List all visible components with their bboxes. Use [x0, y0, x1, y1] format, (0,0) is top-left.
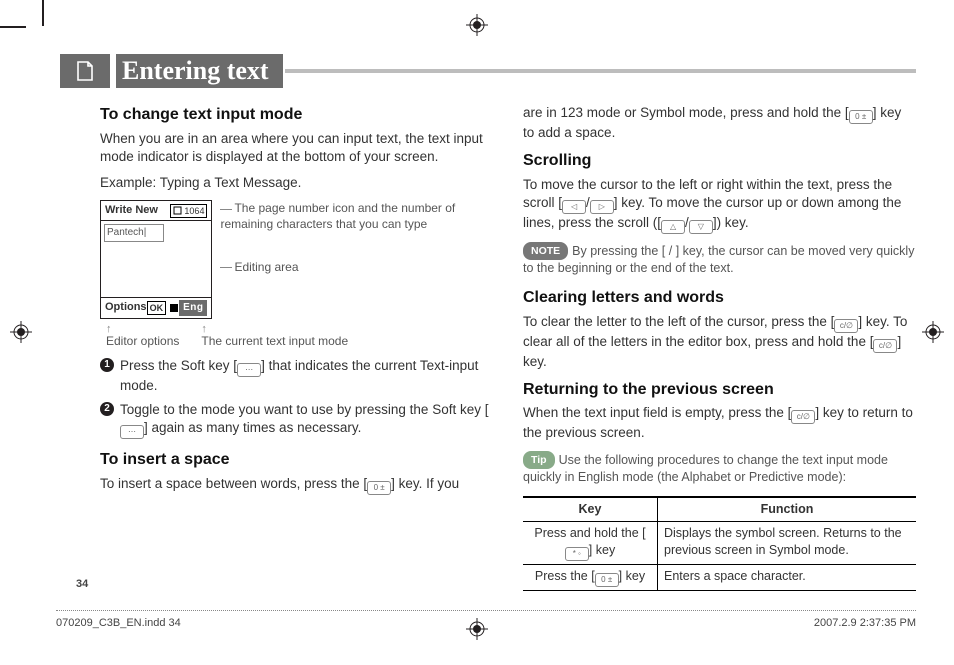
para: Example: Typing a Text Message. [100, 174, 493, 192]
tip-label: Tip [523, 451, 555, 469]
para: To move the cursor to the left or right … [523, 176, 916, 234]
note-box: NOTEBy pressing the [ / ] key, the curso… [523, 242, 916, 277]
screenshot-with-callouts: Write New 1064 Pantech| Options OK Eng [100, 200, 493, 318]
callouts-below: ↑Editor options ↑The current text input … [106, 325, 493, 349]
zero-key-icon: 0 ± [849, 110, 873, 124]
header-rule [285, 69, 916, 73]
zero-key-icon: 0 ± [367, 481, 391, 495]
page-icon [173, 206, 182, 215]
step-1: 1Press the Soft key [⋯] that indicates t… [100, 357, 493, 395]
callout: The current text input mode [201, 334, 348, 348]
heading-insert-space: To insert a space [100, 449, 493, 471]
char-counter-badge: 1064 [170, 204, 207, 218]
clear-key-icon: c/∅ [834, 319, 858, 333]
input-mode-indicator: Eng [179, 300, 207, 316]
softkey-icon: ⋯ [237, 363, 261, 377]
heading-scrolling: Scrolling [523, 150, 916, 172]
numbered-steps: 1Press the Soft key [⋯] that indicates t… [100, 357, 493, 439]
step-2: 2Toggle to the mode you want to use by p… [100, 401, 493, 439]
para: When the text input field is empty, pres… [523, 404, 916, 442]
table-row: Press and hold the [* ◦] key Displays th… [523, 521, 916, 564]
section-icon [60, 54, 110, 88]
table-row: Press the [0 ±] key Enters a space chara… [523, 564, 916, 590]
editing-area: Pantech| [104, 224, 164, 242]
up-key-icon: △ [661, 220, 685, 234]
footer-file: 070209_C3B_EN.indd 34 [56, 617, 181, 629]
menu-icon [169, 303, 179, 313]
para: are in 123 mode or Symbol mode, press an… [523, 104, 916, 142]
callout: The page number icon and the number of r… [220, 200, 493, 232]
para: When you are in an area where you can in… [100, 130, 493, 166]
para: To insert a space between words, press t… [100, 475, 493, 495]
print-footer: 070209_C3B_EN.indd 34 2007.2.9 2:37:35 P… [56, 610, 916, 629]
softkey-icon: ⋯ [120, 425, 144, 439]
key-function-table: KeyFunction Press and hold the [* ◦] key… [523, 496, 916, 591]
crop-mark [0, 26, 26, 28]
screenshot-title: Write New [105, 203, 158, 218]
callout: Editor options [106, 334, 179, 348]
left-key-icon: ◁ [562, 200, 586, 214]
right-key-icon: ▷ [590, 200, 614, 214]
right-column: are in 123 mode or Symbol mode, press an… [523, 104, 916, 595]
heading-return: Returning to the previous screen [523, 379, 916, 401]
page-number: 34 [76, 578, 88, 590]
th-function: Function [658, 497, 917, 521]
registration-mark-icon [10, 321, 32, 343]
zero-key-icon: 0 ± [595, 573, 619, 587]
callout: Editing area [220, 259, 493, 275]
para: To clear the letter to the left of the c… [523, 313, 916, 371]
left-column: To change text input mode When you are i… [100, 104, 493, 595]
heading-change-mode: To change text input mode [100, 104, 493, 126]
section-header: Entering text [60, 54, 916, 88]
down-key-icon: ▽ [689, 220, 713, 234]
heading-clearing: Clearing letters and words [523, 287, 916, 309]
clear-key-icon: c/∅ [791, 410, 815, 424]
section-title: Entering text [116, 54, 283, 88]
clear-key-icon: c/∅ [873, 339, 897, 353]
softkey-options: Options [105, 300, 147, 315]
tip-box: TipUse the following procedures to chang… [523, 451, 916, 486]
ok-indicator: OK [147, 301, 167, 315]
registration-mark-icon [466, 14, 488, 36]
registration-mark-icon [922, 321, 944, 343]
crop-mark [42, 0, 44, 26]
phone-screenshot: Write New 1064 Pantech| Options OK Eng [100, 200, 212, 318]
star-key-icon: * ◦ [565, 547, 589, 561]
footer-timestamp: 2007.2.9 2:37:35 PM [814, 617, 916, 629]
note-label: NOTE [523, 242, 568, 260]
th-key: Key [523, 497, 658, 521]
